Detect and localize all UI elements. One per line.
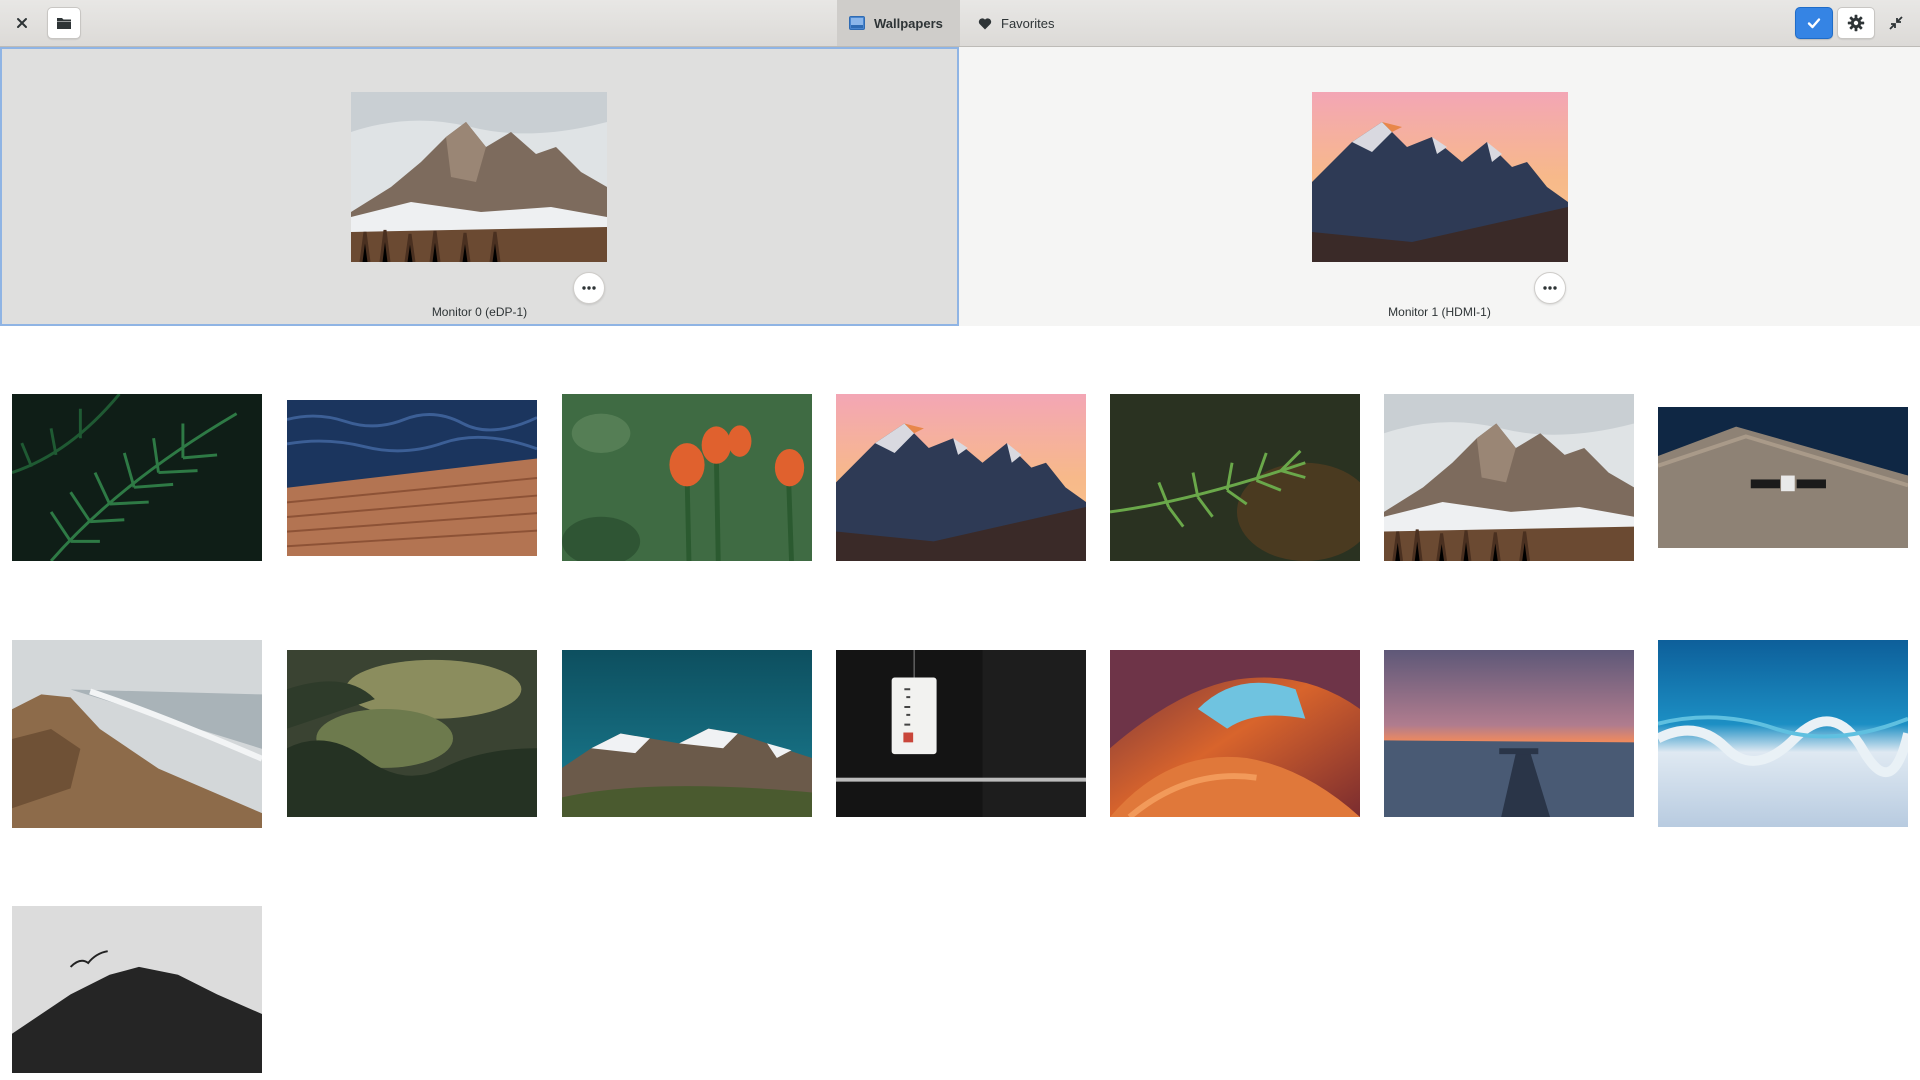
close-button[interactable] bbox=[6, 7, 38, 39]
monitor-0-preview[interactable]: Monitor 0 (eDP-1) bbox=[0, 47, 959, 326]
monitor-1-wallpaper bbox=[1312, 92, 1568, 262]
more-icon bbox=[582, 286, 596, 290]
heart-icon bbox=[978, 17, 992, 30]
wallpaper-tulips[interactable] bbox=[562, 394, 812, 561]
wallpaper-pier-at-dusk[interactable] bbox=[1384, 650, 1634, 817]
monitor-previews: Monitor 0 (eDP-1) Monitor 1 (HDMI-1) bbox=[0, 47, 1920, 326]
wallpaper-sunset-mountains[interactable] bbox=[836, 394, 1086, 561]
tab-wallpapers[interactable]: Wallpapers bbox=[837, 0, 960, 46]
wallpaper-beach-cliff[interactable] bbox=[12, 640, 262, 828]
more-icon bbox=[1543, 286, 1557, 290]
wallpaper-snowy-peaks-teal-sky[interactable] bbox=[562, 650, 812, 817]
monitor-0-wallpaper bbox=[351, 92, 607, 262]
wallpaper-fern[interactable] bbox=[12, 394, 262, 561]
folder-icon bbox=[57, 18, 71, 29]
wallpaper-antelope-canyon[interactable] bbox=[1110, 650, 1360, 817]
checkmark-icon bbox=[1807, 18, 1821, 29]
tab-wallpapers-label: Wallpapers bbox=[874, 15, 943, 31]
monitor-1-preview[interactable]: Monitor 1 (HDMI-1) bbox=[960, 47, 1919, 326]
wallpaper-dock-on-water[interactable] bbox=[287, 400, 537, 556]
tab-favorites[interactable]: Favorites bbox=[960, 0, 1090, 46]
monitor-0-label: Monitor 0 (eDP-1) bbox=[431, 305, 528, 319]
apply-button[interactable] bbox=[1795, 7, 1833, 39]
gear-icon bbox=[1847, 14, 1865, 32]
wallpaper-pine-branch[interactable] bbox=[1110, 394, 1360, 561]
wallpaper-bird-over-hill[interactable] bbox=[12, 906, 262, 1073]
monitor-1-more-button[interactable] bbox=[1534, 272, 1566, 304]
wallpaper-snowy-dolomites[interactable] bbox=[1384, 394, 1634, 561]
header-bar: Wallpapers Favorites bbox=[0, 0, 1920, 47]
wallpaper-misty-forest[interactable] bbox=[287, 650, 537, 817]
open-folder-button[interactable] bbox=[47, 7, 81, 39]
restore-window-button[interactable] bbox=[1880, 7, 1912, 39]
close-icon bbox=[17, 18, 27, 28]
image-icon bbox=[849, 16, 865, 30]
wallpaper-ocean-waves-aerial[interactable] bbox=[1658, 640, 1908, 827]
settings-button[interactable] bbox=[1837, 7, 1875, 39]
tab-favorites-label: Favorites bbox=[1001, 15, 1055, 31]
restore-window-icon bbox=[1889, 16, 1903, 30]
monitor-0-more-button[interactable] bbox=[573, 272, 605, 304]
wallpaper-satellite-over-earth[interactable] bbox=[1658, 407, 1908, 548]
monitor-1-label: Monitor 1 (HDMI-1) bbox=[1388, 305, 1491, 319]
wallpaper-paper-lantern[interactable] bbox=[836, 650, 1086, 817]
